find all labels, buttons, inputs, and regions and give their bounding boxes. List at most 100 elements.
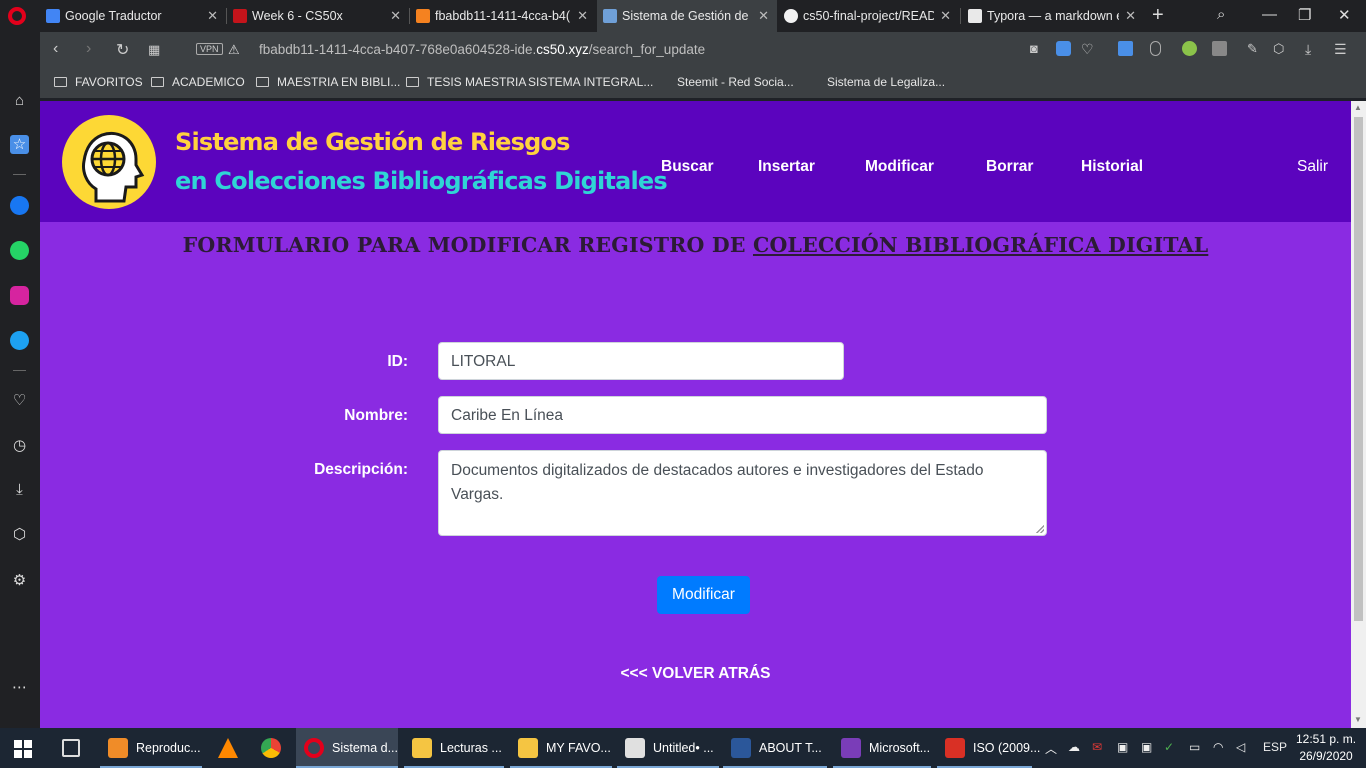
id-field[interactable]: LITORAL bbox=[438, 342, 844, 380]
tab-google-translate[interactable]: Google Traductor ✕ bbox=[40, 0, 226, 32]
heart-icon[interactable]: ♡ bbox=[10, 391, 29, 410]
warning-icon[interactable]: ⚠ bbox=[228, 42, 240, 58]
bookmark-sistema-legalizacion[interactable]: Sistema de Legaliza... bbox=[827, 75, 945, 189]
messenger-icon[interactable] bbox=[10, 196, 29, 215]
whatsapp-icon[interactable] bbox=[10, 241, 29, 260]
tab-sistema-gestion[interactable]: Sistema de Gestión de R ✕ bbox=[597, 0, 777, 32]
settings-icon[interactable]: ⚙ bbox=[10, 571, 29, 590]
tray-app-icon[interactable]: ▣ bbox=[1141, 740, 1152, 754]
tab-github-readme[interactable]: cs50-final-project/READ ✕ bbox=[778, 0, 959, 32]
download-icon[interactable]: ⤓ bbox=[1305, 41, 1320, 57]
tab-cs50-ide[interactable]: fbabdb11-1411-4cca-b4( ✕ bbox=[410, 0, 596, 32]
url-field[interactable]: fbabdb11-1411-4cca-b407-768e0a604528-ide… bbox=[259, 42, 705, 57]
more-icon[interactable]: ⋯ bbox=[10, 678, 29, 697]
cube-icon[interactable]: ⬡ bbox=[1273, 41, 1288, 56]
show-hidden-icons-icon[interactable]: ︿ bbox=[1045, 740, 1057, 757]
tab-typora[interactable]: Typora — a markdown e ✕ bbox=[962, 0, 1144, 32]
vpn-badge[interactable]: VPN bbox=[196, 43, 223, 55]
translate-extension-icon[interactable] bbox=[1118, 41, 1133, 56]
taskbar-word[interactable]: ABOUT T... bbox=[723, 728, 827, 768]
opera-menu-icon[interactable] bbox=[8, 7, 26, 25]
bookmarks-bar: FAVORITOS ACADEMICO MAESTRIA EN BIBLI...… bbox=[40, 68, 1366, 189]
description-textarea[interactable]: Documentos digitalizados de destacados a… bbox=[438, 450, 1047, 536]
battery-icon[interactable]: ▭ bbox=[1189, 740, 1200, 754]
new-tab-icon[interactable]: + bbox=[1152, 4, 1164, 27]
adblock-shield-icon[interactable] bbox=[1056, 41, 1071, 56]
back-icon[interactable]: ‹ bbox=[53, 40, 58, 58]
logo-head-globe-icon[interactable] bbox=[62, 115, 156, 209]
taskbar-typora[interactable]: Untitled• ... bbox=[617, 728, 719, 768]
twitter-icon[interactable] bbox=[10, 331, 29, 350]
camera-icon[interactable]: ◙ bbox=[1030, 41, 1045, 56]
tray-app-icon[interactable]: ▣ bbox=[1117, 740, 1128, 754]
task-view-icon[interactable] bbox=[62, 739, 80, 757]
mail-icon[interactable]: ✉ bbox=[1092, 740, 1102, 754]
minimize-icon[interactable]: — bbox=[1262, 6, 1277, 23]
scrollbar-thumb[interactable] bbox=[1354, 117, 1363, 621]
bookmark-tesis[interactable]: TESIS MAESTRIA bbox=[406, 75, 526, 89]
easy-setup-icon[interactable]: ☰ bbox=[1334, 41, 1349, 57]
taskbar-opera[interactable]: Sistema d... bbox=[296, 728, 398, 768]
logout-link[interactable]: Salir bbox=[1297, 158, 1328, 176]
close-tab-icon[interactable]: ✕ bbox=[940, 8, 951, 24]
extension-icon[interactable] bbox=[1182, 41, 1197, 56]
taskbar-chrome[interactable] bbox=[253, 728, 289, 768]
taskbar-vlc[interactable] bbox=[210, 728, 246, 768]
brand-title-line1[interactable]: Sistema de Gestión de Riesgos bbox=[175, 128, 570, 156]
form-title: FORMULARIO PARA MODIFICAR REGISTRO DE CO… bbox=[182, 233, 1209, 257]
clock[interactable]: 12:51 p. m. 26/9/2020 bbox=[1296, 731, 1356, 765]
page-scrollbar[interactable]: ▲ ▼ bbox=[1351, 101, 1366, 728]
nav-historial[interactable]: Historial bbox=[1081, 158, 1143, 176]
cloud-upload-icon[interactable]: ☁ bbox=[1068, 740, 1080, 754]
mouse-extension-icon[interactable] bbox=[1150, 41, 1161, 56]
taskbar-microsoft[interactable]: Microsoft... bbox=[833, 728, 931, 768]
bookmark-steemit[interactable]: Steemit - Red Socia... bbox=[677, 75, 794, 189]
nav-borrar[interactable]: Borrar bbox=[986, 158, 1033, 176]
instagram-icon[interactable] bbox=[10, 286, 29, 305]
tabs-grid-icon[interactable]: ▦ bbox=[148, 42, 160, 58]
nav-modificar[interactable]: Modificar bbox=[865, 158, 934, 176]
volume-icon[interactable]: ◁ bbox=[1236, 740, 1245, 754]
forward-icon[interactable]: › bbox=[86, 40, 91, 58]
close-tab-icon[interactable]: ✕ bbox=[390, 8, 401, 24]
snapshot-icon[interactable] bbox=[1212, 41, 1227, 56]
taskbar-pdf[interactable]: ISO (2009... bbox=[937, 728, 1040, 768]
close-tab-icon[interactable]: ✕ bbox=[758, 8, 769, 24]
resize-grip-icon[interactable] bbox=[1036, 525, 1044, 533]
bookmark-maestria[interactable]: MAESTRIA EN BIBLI... bbox=[256, 75, 400, 89]
name-field[interactable]: Caribe En Línea bbox=[438, 396, 1047, 434]
wifi-icon[interactable]: ◠ bbox=[1213, 740, 1223, 754]
bookmark-sistema-integral[interactable]: SISTEMA INTEGRAL... bbox=[528, 75, 653, 189]
scroll-up-icon[interactable]: ▲ bbox=[1354, 103, 1362, 112]
heart-icon[interactable]: ♡ bbox=[1081, 41, 1096, 57]
language-indicator[interactable]: ESP bbox=[1263, 740, 1287, 754]
home-icon[interactable]: ⌂ bbox=[10, 91, 29, 110]
nav-buscar[interactable]: Buscar bbox=[661, 158, 714, 176]
brand-title-line2[interactable]: en Colecciones Bibliográficas Digitales bbox=[175, 167, 668, 195]
extensions-icon[interactable]: ⬡ bbox=[10, 525, 29, 544]
taskbar-my-favorites[interactable]: MY FAVO... bbox=[510, 728, 612, 768]
history-icon[interactable]: ◷ bbox=[10, 436, 29, 455]
bookmark-favoritos[interactable]: FAVORITOS bbox=[54, 75, 143, 89]
taskbar-media-player[interactable]: Reproduc... bbox=[100, 728, 202, 768]
close-window-icon[interactable]: ✕ bbox=[1338, 6, 1351, 24]
tray-check-icon[interactable]: ✓ bbox=[1164, 740, 1174, 754]
close-tab-icon[interactable]: ✕ bbox=[207, 8, 218, 24]
speed-dial-icon[interactable]: ☆ bbox=[10, 135, 29, 154]
tab-week6-cs50x[interactable]: Week 6 - CS50x ✕ bbox=[227, 0, 409, 32]
back-link[interactable]: <<< VOLVER ATRÁS bbox=[40, 665, 1351, 683]
tab-search-icon[interactable]: ⌕ bbox=[1217, 6, 1225, 23]
bookmark-academico[interactable]: ACADEMICO bbox=[151, 75, 245, 89]
taskbar-lecturas[interactable]: Lecturas ... bbox=[404, 728, 504, 768]
modificar-submit-button[interactable]: Modificar bbox=[657, 576, 750, 614]
nav-insertar[interactable]: Insertar bbox=[758, 158, 815, 176]
restore-icon[interactable]: ❐ bbox=[1298, 6, 1311, 24]
pen-extension-icon[interactable]: ✎ bbox=[1247, 41, 1262, 56]
scroll-down-icon[interactable]: ▼ bbox=[1354, 715, 1362, 724]
sidebar-separator bbox=[13, 370, 26, 371]
reload-icon[interactable]: ↻ bbox=[116, 40, 129, 60]
close-tab-icon[interactable]: ✕ bbox=[577, 8, 588, 24]
downloads-icon[interactable]: ⤓ bbox=[10, 480, 29, 499]
close-tab-icon[interactable]: ✕ bbox=[1125, 8, 1136, 24]
windows-start-icon[interactable] bbox=[14, 740, 32, 758]
